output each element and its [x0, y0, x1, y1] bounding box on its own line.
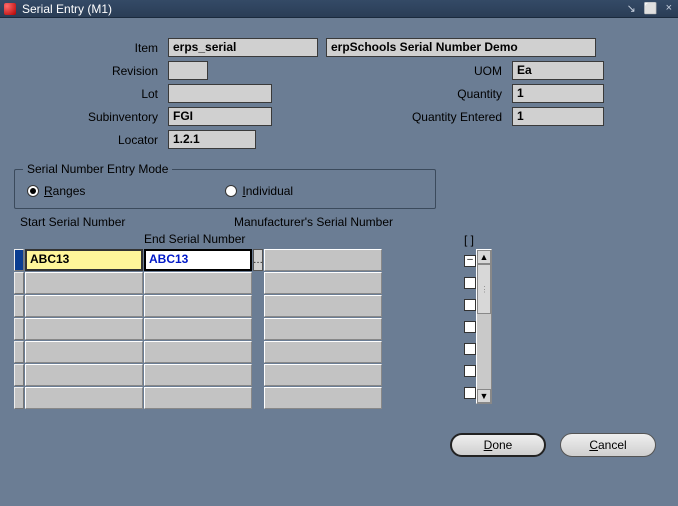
mfr-serial-cell[interactable]: [264, 341, 382, 363]
end-serial-cell[interactable]: [144, 272, 252, 294]
end-serial-cell[interactable]: [144, 387, 252, 409]
ranges-radio[interactable]: Ranges: [27, 184, 85, 198]
start-serial-cell[interactable]: [25, 295, 143, 317]
mfr-serial-cell[interactable]: [264, 272, 382, 294]
end-serial-cell[interactable]: [144, 318, 252, 340]
start-serial-cell[interactable]: [25, 341, 143, 363]
scroll-down-icon[interactable]: ▼: [477, 389, 491, 403]
uom-field[interactable]: Ea: [512, 61, 604, 80]
row-handle[interactable]: [14, 249, 24, 271]
row-checkbox[interactable]: [464, 387, 476, 399]
radio-dot-icon: [27, 185, 39, 197]
start-serial-cell[interactable]: [25, 387, 143, 409]
row-handle[interactable]: [14, 295, 24, 317]
row-checkbox[interactable]: [464, 277, 476, 289]
scroll-up-icon[interactable]: ▲: [477, 250, 491, 264]
start-serial-cell[interactable]: [25, 318, 143, 340]
serial-entry-mode-legend: Serial Number Entry Mode: [23, 162, 172, 176]
start-serial-cell[interactable]: [25, 272, 143, 294]
checkbox-column: [ ]: [464, 215, 476, 404]
row-gap: [253, 295, 263, 317]
checkbox-header: [ ]: [464, 215, 476, 249]
row-handle[interactable]: [14, 364, 24, 386]
row-checkbox[interactable]: [464, 343, 476, 355]
individual-radio-label: Individual: [242, 184, 293, 198]
window-controls: ↘ ⬜ ×: [625, 2, 674, 15]
radio-dot-icon: [225, 185, 237, 197]
row-checkbox[interactable]: [464, 255, 476, 267]
row-handle[interactable]: [14, 387, 24, 409]
row-checkbox[interactable]: [464, 365, 476, 377]
footer-buttons: Done Cancel: [14, 433, 664, 457]
titlebar: Serial Entry (M1) ↘ ⬜ ×: [0, 0, 678, 18]
row-gap: [253, 318, 263, 340]
serial-grid: ABC13ABC13…: [14, 249, 394, 409]
content-area: Item erps_serial erpSchools Serial Numbe…: [0, 18, 678, 467]
row-gap: [253, 272, 263, 294]
mfr-serial-cell[interactable]: [264, 318, 382, 340]
mfr-serial-cell[interactable]: [264, 249, 382, 271]
start-serial-cell[interactable]: [25, 364, 143, 386]
oracle-logo-icon: [4, 3, 16, 15]
revision-label: Revision: [14, 64, 160, 78]
item-field[interactable]: erps_serial: [168, 38, 318, 57]
row-gap: [253, 341, 263, 363]
row-handle[interactable]: [14, 341, 24, 363]
end-serial-cell[interactable]: [144, 295, 252, 317]
row-checkbox[interactable]: [464, 321, 476, 333]
mfr-serial-cell[interactable]: [264, 295, 382, 317]
row-handle[interactable]: [14, 272, 24, 294]
revision-field[interactable]: [168, 61, 208, 80]
row-gap: [253, 387, 263, 409]
mfr-serial-cell[interactable]: [264, 364, 382, 386]
subinventory-label: Subinventory: [14, 110, 160, 124]
quantity-entered-label: Quantity Entered: [312, 110, 504, 124]
close-icon[interactable]: ×: [664, 2, 674, 15]
minimize-icon[interactable]: ↘: [625, 2, 638, 15]
lot-field[interactable]: [168, 84, 272, 103]
row-gap: [253, 364, 263, 386]
window-title: Serial Entry (M1): [22, 2, 625, 16]
scroll-track[interactable]: ⋮: [477, 264, 491, 389]
grid-scrollbar[interactable]: ▲ ⋮ ▼: [476, 249, 492, 404]
individual-radio[interactable]: Individual: [225, 184, 293, 198]
item-label: Item: [14, 41, 160, 55]
mfr-serial-header: Manufacturer's Serial Number: [234, 215, 393, 229]
row-checkbox[interactable]: [464, 299, 476, 311]
serial-entry-mode-groupbox: Serial Number Entry Mode Ranges Individu…: [14, 169, 436, 209]
quantity-field[interactable]: 1: [512, 84, 604, 103]
end-serial-cell[interactable]: [144, 341, 252, 363]
done-button[interactable]: Done: [450, 433, 546, 457]
lov-button[interactable]: …: [253, 249, 263, 271]
row-handle[interactable]: [14, 318, 24, 340]
end-serial-cell[interactable]: ABC13: [144, 249, 252, 271]
locator-label: Locator: [14, 133, 160, 147]
subinventory-field[interactable]: FGI: [168, 107, 272, 126]
locator-field[interactable]: 1.2.1: [168, 130, 256, 149]
end-serial-header: End Serial Number: [144, 232, 245, 246]
lot-label: Lot: [14, 87, 160, 101]
quantity-label: Quantity: [312, 87, 504, 101]
maximize-icon[interactable]: ⬜: [642, 2, 660, 15]
start-serial-header: Start Serial Number: [20, 215, 125, 229]
quantity-entered-field[interactable]: 1: [512, 107, 604, 126]
ranges-radio-label: Ranges: [44, 184, 85, 198]
uom-label: UOM: [248, 64, 504, 78]
cancel-button[interactable]: Cancel: [560, 433, 656, 457]
mfr-serial-cell[interactable]: [264, 387, 382, 409]
scroll-thumb[interactable]: ⋮: [477, 264, 491, 314]
item-desc-field[interactable]: erpSchools Serial Number Demo: [326, 38, 596, 57]
end-serial-cell[interactable]: [144, 364, 252, 386]
start-serial-cell[interactable]: ABC13: [25, 249, 143, 271]
